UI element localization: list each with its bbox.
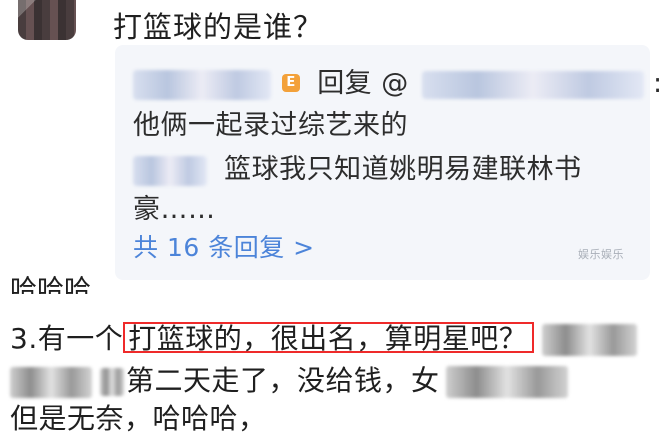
blurred-text-left	[10, 366, 92, 398]
avatar	[18, 0, 76, 40]
cropped-previous-line: 哈哈哈	[10, 275, 91, 294]
main-item-line: 3.有一个 打篮球的，很出名，算明星吧？	[10, 322, 638, 356]
reply-text-content-2: 篮球我只知道姚明易建联林书	[224, 154, 582, 185]
reply-count-link[interactable]: 共 16 条回复 >	[133, 231, 315, 265]
second-line-end: 女	[411, 364, 440, 397]
blurred-text-mid	[100, 368, 124, 396]
reply-colon: :	[653, 68, 660, 99]
highlighted-text: 打篮球的，很出名，算明星吧？	[123, 322, 535, 354]
second-line-text: 第二天走了，没给钱，	[126, 364, 412, 397]
reply-text-line-1: 他俩一起录过综艺来的	[133, 110, 408, 141]
reply-text-line-2: 篮球我只知道姚明易建联林书	[133, 153, 582, 187]
badge-e-icon: E	[282, 73, 301, 92]
reply-at: @	[381, 68, 409, 99]
blurred-username-2	[133, 155, 207, 186]
reply-label: 回复	[317, 68, 373, 99]
reply-card: E 回复 @ : 他俩一起录过综艺来的 篮球我只知道姚明易建联林书 豪…… 共 …	[115, 45, 660, 280]
blurred-username	[133, 69, 271, 100]
screenshot-root: 打篮球的是谁？ E 回复 @ : 他俩一起录过综艺来的 篮球我只知道姚明易建联林…	[0, 0, 660, 437]
item-prefix: 3.有一个	[10, 322, 124, 355]
main-second-line: 第二天走了，没给钱，女	[10, 364, 568, 398]
blurred-text-end	[445, 366, 568, 398]
blurred-mention	[421, 70, 644, 99]
top-question: 打篮球的是谁？	[113, 10, 324, 44]
watermark: 娱乐娱乐	[578, 248, 624, 261]
blurred-text-right	[542, 324, 638, 356]
reply-text-line-3: 豪……	[133, 194, 216, 225]
reply-header-line: E 回复 @ :	[133, 67, 660, 101]
main-third-line: 但是无奈，哈哈哈，	[10, 402, 267, 435]
